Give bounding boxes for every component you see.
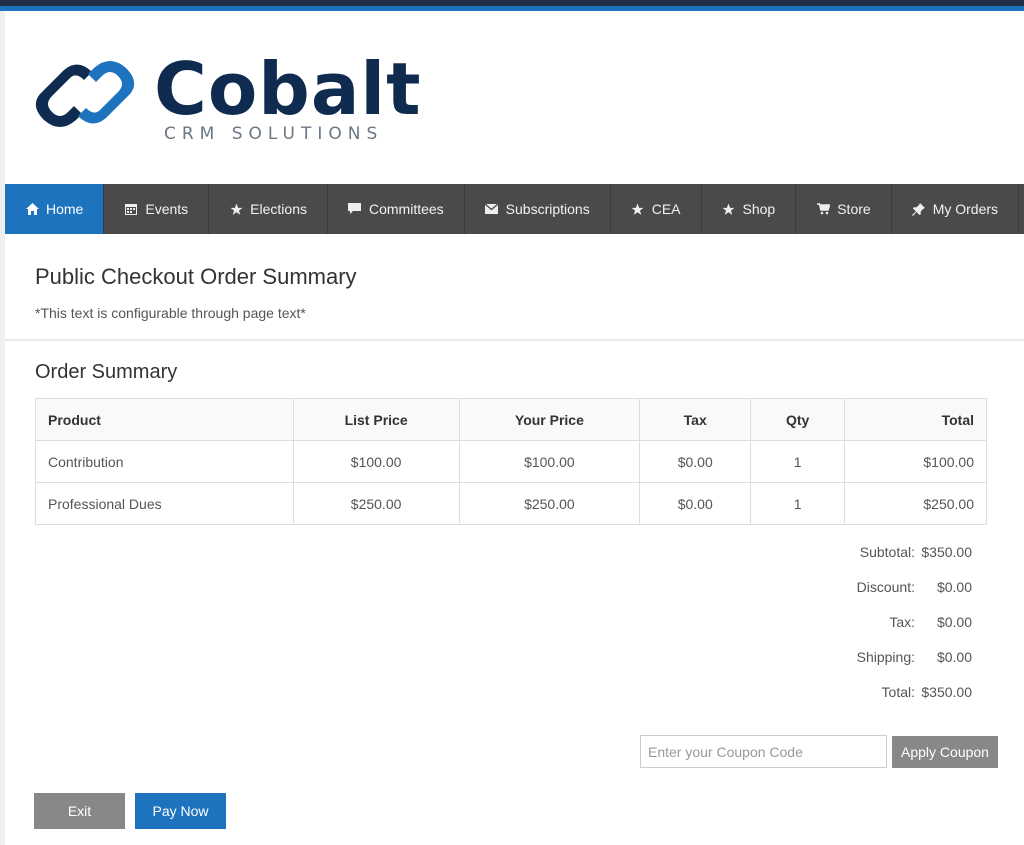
brand-tagline: CRM SOLUTIONS [164,124,384,144]
cell-total: $100.00 [844,440,987,483]
nav-item-home[interactable]: Home [5,184,105,234]
star-icon [722,202,736,216]
nav-item-my-orders[interactable]: My Orders [892,184,1020,234]
table-header-row: Product List Price Your Price Tax Qty To… [35,398,987,441]
subtotal-label: Subtotal: [859,543,915,560]
section-divider [5,339,1024,341]
nav-item-store[interactable]: Store [796,184,892,234]
nav-label: Committees [368,201,444,217]
tax-row: Tax: $0.00 [857,604,972,639]
cell-product: Contribution [35,440,294,483]
column-header-your-price: Your Price [458,398,641,441]
nav-label: Subscriptions [505,201,590,217]
nav-label: Shop [742,201,776,217]
nav-item-committees[interactable]: Committees [328,184,465,234]
cell-total: $250.00 [844,482,987,525]
cell-qty: 1 [750,440,846,483]
comment-icon [348,202,362,216]
column-header-total: Total [844,398,987,441]
apply-coupon-button[interactable]: Apply Coupon [892,736,998,768]
total-label: Total: [881,683,915,700]
subtotal-row: Subtotal: $350.00 [857,534,972,569]
nav-label: Elections [250,201,307,217]
nav-label: Events [145,201,189,217]
top-accent-bar [0,6,1024,11]
table-row: Professional Dues $250.00 $250.00 $0.00 … [35,482,987,525]
cell-list-price: $100.00 [292,440,460,483]
page-title: Public Checkout Order Summary [35,264,357,289]
tax-label: Tax: [889,613,915,630]
nav-label: CEA [651,201,681,217]
column-header-list-price: List Price [292,398,460,441]
star-icon [229,202,243,216]
table-row: Contribution $100.00 $100.00 $0.00 1 $10… [35,440,987,483]
nav-label: My Orders [932,201,999,217]
page-note: *This text is configurable through page … [35,305,306,321]
cell-product: Professional Dues [35,482,294,525]
cell-list-price: $250.00 [292,482,460,525]
star-icon [631,202,645,216]
cell-tax: $0.00 [639,482,752,525]
link-logo-icon [35,61,135,127]
coupon-code-input[interactable] [640,735,887,768]
order-summary-heading: Order Summary [35,361,178,383]
nav-item-cea[interactable]: CEA [611,184,702,234]
nav-item-subscriptions[interactable]: Subscriptions [465,184,611,234]
home-icon [25,202,39,216]
cell-your-price: $100.00 [458,440,641,483]
nav-item-elections[interactable]: Elections [209,184,328,234]
total-row: Total: $350.00 [857,674,972,709]
total-value: $350.00 [921,683,972,700]
column-header-tax: Tax [639,398,752,441]
exit-button[interactable]: Exit [34,793,125,829]
column-header-product: Product [35,398,294,441]
calendar-icon [124,202,138,216]
shipping-row: Shipping: $0.00 [857,639,972,674]
pay-now-button[interactable]: Pay Now [135,793,226,829]
pin-icon [912,202,926,216]
brand-name: Cobalt [154,47,422,131]
discount-label: Discount: [856,578,915,595]
cell-your-price: $250.00 [458,482,641,525]
order-totals: Subtotal: $350.00 Discount: $0.00 Tax: $… [857,534,972,709]
nav-label: Store [837,201,871,217]
main-nav: Home Events Elections Committees Subscri… [5,184,1024,234]
cell-tax: $0.00 [639,440,752,483]
cobalt-logo[interactable]: Cobalt CRM SOLUTIONS [30,40,470,150]
cart-icon [816,202,830,216]
order-table: Product List Price Your Price Tax Qty To… [35,398,987,525]
subtotal-value: $350.00 [921,543,972,560]
envelope-icon [485,202,499,216]
discount-value: $0.00 [936,578,972,595]
nav-label: Home [46,201,84,217]
nav-item-events[interactable]: Events [104,184,210,234]
shipping-label: Shipping: [856,648,915,665]
shipping-value: $0.00 [936,648,972,665]
tax-value: $0.00 [936,613,972,630]
cell-qty: 1 [750,482,846,525]
discount-row: Discount: $0.00 [857,569,972,604]
nav-item-shop[interactable]: Shop [702,184,797,234]
column-header-qty: Qty [750,398,846,441]
left-edge [0,11,5,845]
